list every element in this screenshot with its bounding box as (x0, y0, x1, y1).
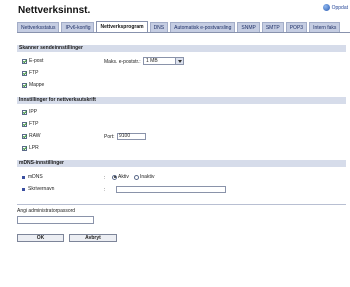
port-input[interactable]: 9100 (117, 133, 146, 140)
tab-snmp[interactable]: SNMP (237, 22, 260, 32)
ok-button[interactable]: OK (17, 234, 64, 242)
bullet-icon (22, 187, 25, 191)
raw-checkbox[interactable] (22, 133, 27, 139)
ipp-label: IPP (29, 109, 38, 115)
service-name-input[interactable] (116, 186, 226, 193)
email-checkbox[interactable] (22, 58, 27, 64)
admin-password-input[interactable] (17, 216, 94, 224)
mdns-colon: : (104, 175, 106, 181)
raw-checkbox-row[interactable]: RAW (22, 133, 40, 139)
lpr-checkbox[interactable] (22, 145, 27, 151)
mdns-active-radio-row[interactable]: Aktiv (112, 174, 129, 180)
mdns-label: mDNS (28, 174, 43, 180)
folder-checkbox[interactable] (22, 82, 27, 88)
service-name-colon: : (104, 187, 106, 193)
mdns-inactive-label: Inaktiv (140, 174, 155, 180)
email-checkbox-row[interactable]: E-post (22, 58, 43, 64)
scanner-ftp-checkbox-row[interactable]: FTP (22, 70, 38, 76)
section-divider (17, 204, 346, 205)
service-name-label: Skrivernavn (28, 186, 55, 192)
mdns-section-heading: mDNS-innstillinger (17, 160, 346, 167)
tab-divider (17, 32, 350, 33)
page-title: Nettverksinnst. (18, 5, 91, 16)
scanner-ftp-checkbox[interactable] (22, 70, 27, 76)
admin-password-label: Angi administratorpassord (17, 208, 76, 214)
refresh-button[interactable]: Oppdat (322, 4, 348, 11)
ipp-checkbox-row[interactable]: IPP (22, 109, 37, 115)
print-ftp-checkbox-row[interactable]: FTP (22, 121, 38, 127)
service-name-row: Skrivernavn (22, 186, 54, 192)
tab-pop3[interactable]: POP3 (285, 22, 308, 32)
chevron-down-icon (175, 58, 183, 64)
refresh-icon (322, 4, 330, 11)
scanner-section-heading: Skanner sendeinnstillinger (17, 45, 346, 52)
mdns-active-radio[interactable] (112, 174, 117, 180)
cancel-button[interactable]: Avbryt (69, 234, 117, 242)
folder-checkbox-row[interactable]: Mappe (22, 82, 44, 88)
lpr-checkbox-row[interactable]: LPR (22, 145, 39, 151)
tab-network-application[interactable]: Nettverksprogram (96, 21, 148, 32)
ipp-checkbox[interactable] (22, 109, 27, 115)
max-email-size-label: Maks. e-poststr.: (104, 59, 141, 65)
email-label: E-post (29, 58, 44, 64)
mdns-inactive-radio-row[interactable]: Inaktiv (134, 174, 154, 180)
tab-network-status[interactable]: Nettverksstatus (17, 22, 60, 32)
bullet-icon (22, 175, 25, 179)
max-email-size-select[interactable]: 1 MB (143, 57, 184, 65)
tab-bar: Nettverksstatus IPv6-konfig Nettverkspro… (17, 21, 350, 32)
mdns-inactive-radio[interactable] (134, 174, 139, 180)
lpr-label: LPR (29, 145, 39, 151)
tab-internal-fax[interactable]: Intern faks (309, 22, 341, 32)
refresh-label: Oppdat (331, 4, 348, 11)
print-ftp-label: FTP (29, 121, 39, 127)
mdns-row: mDNS (22, 174, 43, 180)
max-email-size-value: 1 MB (146, 58, 158, 64)
print-ftp-checkbox[interactable] (22, 121, 27, 127)
port-label: Port: (104, 134, 115, 140)
scanner-ftp-label: FTP (29, 70, 39, 76)
mdns-active-label: Aktiv (118, 174, 129, 180)
tab-ipv6-config[interactable]: IPv6-konfig (61, 22, 95, 32)
network-print-section-heading: Innstillinger for nettverksutskrift (17, 97, 346, 104)
folder-label: Mappe (29, 82, 45, 88)
tab-dns[interactable]: DNS (149, 22, 169, 32)
tab-smtp[interactable]: SMTP (261, 22, 284, 32)
raw-label: RAW (29, 133, 41, 139)
tab-auto-email-notification[interactable]: Automatisk e-postvarsling (170, 22, 236, 32)
